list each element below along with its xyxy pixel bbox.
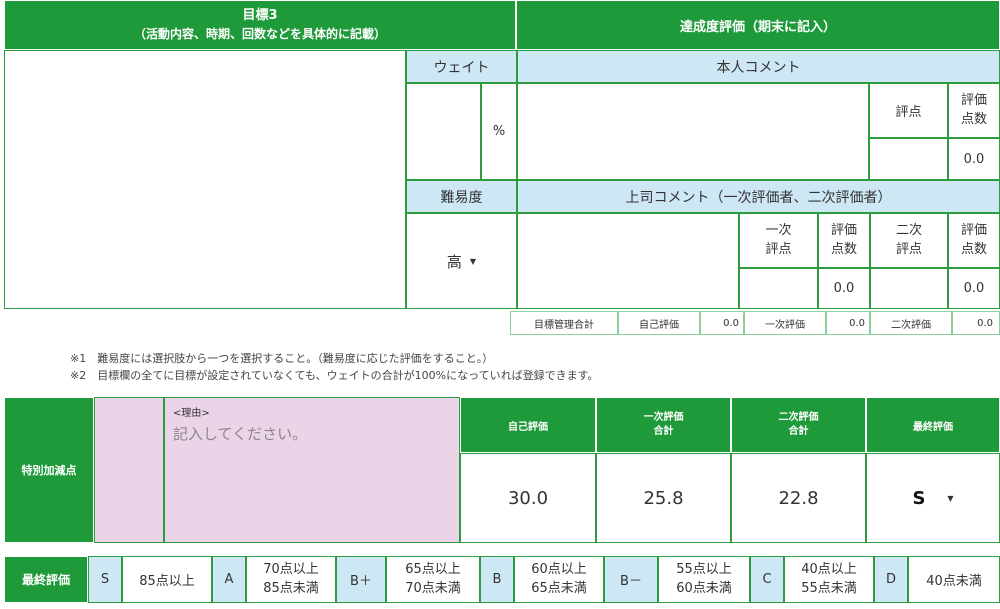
weight-input[interactable]: [406, 83, 481, 180]
second-points-value: 0.0: [948, 268, 1000, 309]
note-1: ※1 難易度には選択肢から一つを選択すること。（難易度に応じた評価をすること。）: [70, 352, 494, 365]
self-score-input[interactable]: [869, 138, 948, 180]
achievement-header: 達成度評価（期末に記入）: [516, 0, 1000, 50]
summary-total-label: 目標管理合計: [510, 311, 618, 335]
reason-placeholder: 記入してください。: [173, 425, 308, 443]
self-eval-header: 自己評価: [460, 397, 596, 453]
final-eval-select[interactable]: S ▼: [912, 488, 953, 509]
chevron-down-icon: ▼: [947, 493, 954, 503]
first-points-value: 0.0: [818, 268, 870, 309]
grade-b-plus-range-line1: 65点以上: [405, 561, 461, 577]
self-eval-value: 30.0: [460, 453, 596, 543]
summary-self-value: 0.0: [700, 311, 744, 335]
second-points-label-line1: 評価: [960, 222, 987, 238]
grade-d: D: [874, 556, 908, 603]
goal-header: 目標3 （活動内容、時期、回数などを具体的に記載）: [4, 0, 516, 50]
boss-comment-input[interactable]: [517, 213, 739, 309]
self-points-value: 0.0: [948, 138, 1000, 180]
grade-s-range: 85点以上: [122, 556, 212, 603]
first-total-value: 25.8: [596, 453, 731, 543]
grade-s: S: [88, 556, 122, 603]
grade-b-minus-range-line1: 55点以上: [676, 561, 732, 577]
reason-label: <理由>: [173, 408, 210, 419]
second-total-header-line2: 合計: [788, 426, 809, 437]
grade-b-minus-range: 55点以上 60点未満: [658, 556, 750, 603]
self-points-label-line2: 点数: [960, 111, 987, 127]
second-score-label-line2: 評点: [895, 241, 922, 257]
second-total-header: 二次評価 合計: [731, 397, 866, 453]
grade-a-range-line1: 70点以上: [263, 561, 319, 577]
summary-self-label: 自己評価: [618, 311, 700, 335]
first-total-header-line2: 合計: [653, 426, 674, 437]
second-score-label: 二次 評点: [870, 213, 948, 268]
grade-a-range-line2: 85点未満: [263, 580, 319, 596]
grade-a: A: [212, 556, 246, 603]
grade-b: B: [480, 556, 514, 603]
first-points-label-line2: 点数: [830, 241, 857, 257]
weight-label: ウェイト: [406, 50, 517, 83]
first-points-label-line1: 評価: [830, 222, 857, 238]
grade-a-range: 70点以上 85点未満: [246, 556, 336, 603]
grade-d-range: 40点未満: [908, 556, 1000, 603]
summary-second-label: 二次評価: [870, 311, 952, 335]
difficulty-label: 難易度: [406, 180, 517, 213]
self-points-label: 評価 点数: [948, 83, 1000, 138]
grade-c-range-line1: 40点以上: [801, 561, 857, 577]
special-label: 特別加減点: [4, 397, 94, 543]
final-eval-cell: S ▼: [866, 453, 1000, 543]
second-points-label: 評価 点数: [948, 213, 1000, 268]
chevron-down-icon: ▼: [469, 256, 477, 266]
second-total-value: 22.8: [731, 453, 866, 543]
grade-b-range-line1: 60点以上: [531, 561, 587, 577]
difficulty-cell: 高 ▼: [406, 213, 517, 309]
difficulty-value: 高: [446, 252, 462, 271]
special-reason-input[interactable]: <理由> 記入してください。: [164, 397, 460, 543]
summary-first-label: 一次評価: [744, 311, 826, 335]
grade-b-range-line2: 65点未満: [531, 580, 587, 596]
grade-b-plus-range-line2: 70点未満: [405, 580, 461, 596]
second-score-input[interactable]: [870, 268, 948, 309]
first-score-input[interactable]: [739, 268, 818, 309]
second-total-header-line1: 二次評価: [778, 411, 819, 423]
grade-c: C: [750, 556, 784, 603]
weight-unit: %: [481, 83, 517, 180]
self-score-label: 評点: [869, 83, 948, 138]
first-score-label: 一次 評点: [739, 213, 818, 268]
second-points-label-line2: 点数: [960, 241, 987, 257]
grade-b-plus: B＋: [336, 556, 386, 603]
grade-c-range: 40点以上 55点未満: [784, 556, 874, 603]
note-2: ※2 目標欄の全てに目標が設定されていなくても、ウェイトの合計が100%になって…: [70, 369, 599, 382]
summary-second-value: 0.0: [952, 311, 1000, 335]
first-total-header: 一次評価 合計: [596, 397, 731, 453]
first-score-label-line2: 評点: [765, 241, 792, 257]
self-comment-label: 本人コメント: [517, 50, 1000, 83]
boss-comment-label: 上司コメント（一次評価者、二次評価者）: [517, 180, 1000, 213]
special-points-input[interactable]: [94, 397, 164, 543]
grade-b-range: 60点以上 65点未満: [514, 556, 604, 603]
grade-b-plus-range: 65点以上 70点未満: [386, 556, 480, 603]
difficulty-select[interactable]: 高 ▼: [447, 251, 476, 272]
final-eval-value: S: [912, 487, 926, 509]
first-points-label: 評価 点数: [818, 213, 870, 268]
grade-b-minus: B－: [604, 556, 658, 603]
summary-first-value: 0.0: [826, 311, 870, 335]
grades-label: 最終評価: [4, 556, 88, 603]
self-points-label-line1: 評価: [960, 92, 987, 108]
grade-b-minus-range-line2: 60点未満: [676, 580, 732, 596]
first-total-header-line1: 一次評価: [643, 411, 684, 423]
final-eval-header: 最終評価: [866, 397, 1000, 453]
self-comment-input[interactable]: [517, 83, 869, 180]
goal-title: 目標3: [242, 7, 278, 23]
first-score-label-line1: 一次: [765, 222, 792, 238]
goal-subtitle: （活動内容、時期、回数などを具体的に記載）: [133, 26, 386, 41]
goal-text-area[interactable]: [4, 50, 406, 309]
grade-c-range-line2: 55点未満: [801, 580, 857, 596]
second-score-label-line1: 二次: [895, 222, 922, 238]
